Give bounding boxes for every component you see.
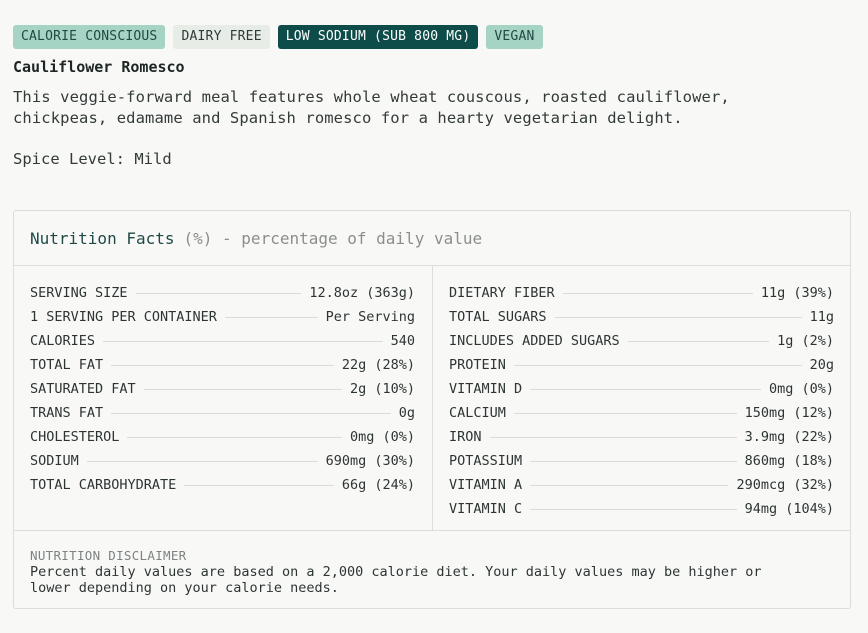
nutrition-facts-panel: Nutrition Facts (%) - percentage of dail… xyxy=(13,210,851,609)
nutrient-value: Per Serving xyxy=(325,309,415,325)
nutrient-row: CALCIUM 150mg (12%) xyxy=(449,401,834,425)
nutrient-row: SODIUM 690mg (30%) xyxy=(30,449,415,473)
spice-level-value: Mild xyxy=(134,150,172,168)
nutrient-row: TOTAL SUGARS 11g xyxy=(449,305,834,329)
nutrition-facts-header: Nutrition Facts (%) - percentage of dail… xyxy=(14,211,850,266)
tag-vegan: VEGAN xyxy=(486,25,543,49)
nutrient-label: SERVING SIZE xyxy=(30,285,128,301)
nutrient-value: 2g (10%) xyxy=(349,381,415,397)
nutrient-label: 1 SERVING PER CONTAINER xyxy=(30,309,217,325)
nutrient-row: IRON 3.9mg (22%) xyxy=(449,425,834,449)
leader-line xyxy=(530,484,729,486)
meal-title: Cauliflower Romesco xyxy=(13,58,185,76)
nutrient-row: SATURATED FAT 2g (10%) xyxy=(30,377,415,401)
nutrient-label: TOTAL CARBOHYDRATE xyxy=(30,477,177,493)
disclaimer-title: NUTRITION DISCLAIMER xyxy=(30,548,187,563)
nutrient-row: VITAMIN A 290mcg (32%) xyxy=(449,473,834,497)
nutrient-row: PROTEIN 20g xyxy=(449,353,834,377)
nutrient-row: VITAMIN D 0mg (0%) xyxy=(449,377,834,401)
nutrient-row: POTASSIUM 860mg (18%) xyxy=(449,449,834,473)
nutrient-label: IRON xyxy=(449,429,482,445)
nutrient-label: INCLUDES ADDED SUGARS xyxy=(449,333,620,349)
leader-line xyxy=(143,388,342,390)
nutrient-label: CHOLESTEROL xyxy=(30,429,120,445)
nutrient-value: 11g xyxy=(809,309,834,325)
leader-line xyxy=(184,484,334,486)
nutrient-label: CALCIUM xyxy=(449,405,506,421)
nutrient-label: VITAMIN A xyxy=(449,477,523,493)
tag-dairy-free: DAIRY FREE xyxy=(173,25,270,49)
nutrient-label: PROTEIN xyxy=(449,357,506,373)
leader-line xyxy=(554,316,802,318)
tag-low-sodium: LOW SODIUM (SUB 800 MG) xyxy=(277,25,479,49)
nutrient-label: TOTAL SUGARS xyxy=(449,309,547,325)
leader-line xyxy=(111,364,334,366)
nutrient-row: CHOLESTEROL 0mg (0%) xyxy=(30,425,415,449)
nutrient-label: SODIUM xyxy=(30,453,79,469)
nutrient-row: CALORIES 540 xyxy=(30,329,415,353)
nutrient-label: SATURATED FAT xyxy=(30,381,136,397)
nutrient-value: 0mg (0%) xyxy=(768,381,834,397)
tag-calorie-conscious: CALORIE CONSCIOUS xyxy=(13,25,166,49)
nutrient-value: 94mg (104%) xyxy=(744,501,834,517)
nutrient-value: 860mg (18%) xyxy=(744,453,834,469)
leader-line xyxy=(530,388,761,390)
nutrition-disclaimer: NUTRITION DISCLAIMER Percent daily value… xyxy=(14,531,850,596)
nutrient-label: POTASSIUM xyxy=(449,453,523,469)
leader-line xyxy=(86,460,318,462)
nutrient-row: TOTAL CARBOHYDRATE 66g (24%) xyxy=(30,473,415,497)
nutrient-value: 12.8oz (363g) xyxy=(309,285,415,301)
nutrient-value: 690mg (30%) xyxy=(325,453,415,469)
leader-line xyxy=(103,340,383,342)
nutrient-label: TOTAL FAT xyxy=(30,357,104,373)
leader-line xyxy=(530,508,737,510)
nutrition-column-right: DIETARY FIBER 11g (39%) TOTAL SUGARS 11g INC… xyxy=(433,266,850,530)
nutrient-value: 20g xyxy=(809,357,834,373)
nutrient-value: 540 xyxy=(390,333,415,349)
nutrition-facts-subtitle: (%) - percentage of daily value xyxy=(183,228,483,248)
nutrient-label: CALORIES xyxy=(30,333,96,349)
spice-level-label: Spice Level: xyxy=(13,150,125,168)
nutrient-row: 1 SERVING PER CONTAINER Per Serving xyxy=(30,305,415,329)
nutrient-value: 1g (2%) xyxy=(777,333,834,349)
nutrient-label: VITAMIN C xyxy=(449,501,523,517)
leader-line xyxy=(562,292,753,294)
nutrition-facts-title: Nutrition Facts xyxy=(30,228,175,248)
leader-line xyxy=(127,436,342,438)
nutrient-value: 0mg (0%) xyxy=(349,429,415,445)
nutrient-value: 290mcg (32%) xyxy=(736,477,834,493)
nutrient-value: 0g xyxy=(398,405,415,421)
nutrient-value: 11g (39%) xyxy=(760,285,834,301)
nutrient-row: SERVING SIZE 12.8oz (363g) xyxy=(30,281,415,305)
nutrient-row: TRANS FAT 0g xyxy=(30,401,415,425)
meal-description: This veggie-forward meal features whole … xyxy=(13,88,730,127)
leader-line xyxy=(530,460,737,462)
nutrient-value: 3.9mg (22%) xyxy=(744,429,834,445)
nutrition-columns: SERVING SIZE 12.8oz (363g) 1 SERVING PER C… xyxy=(14,266,850,531)
nutrient-value: 150mg (12%) xyxy=(744,405,834,421)
meal-detail-page: CALORIE CONSCIOUS DAIRY FREE LOW SODIUM … xyxy=(0,0,868,633)
leader-line xyxy=(135,292,302,294)
nutrient-value: 66g (24%) xyxy=(341,477,415,493)
spice-level: Spice Level: Mild xyxy=(13,149,172,170)
leader-line xyxy=(111,412,391,414)
leader-line xyxy=(627,340,770,342)
nutrient-row: VITAMIN C 94mg (104%) xyxy=(449,497,834,521)
leader-line xyxy=(513,364,802,366)
nutrition-column-left: SERVING SIZE 12.8oz (363g) 1 SERVING PER C… xyxy=(14,266,433,530)
nutrient-row: TOTAL FAT 22g (28%) xyxy=(30,353,415,377)
nutrient-value: 22g (28%) xyxy=(341,357,415,373)
nutrient-label: DIETARY FIBER xyxy=(449,285,555,301)
leader-line xyxy=(224,316,318,318)
nutrient-label: TRANS FAT xyxy=(30,405,104,421)
disclaimer-text: Percent daily values are based on a 2,00… xyxy=(30,564,762,596)
diet-tags: CALORIE CONSCIOUS DAIRY FREE LOW SODIUM … xyxy=(13,25,543,49)
leader-line xyxy=(513,412,737,414)
nutrient-label: VITAMIN D xyxy=(449,381,523,397)
nutrient-row: INCLUDES ADDED SUGARS 1g (2%) xyxy=(449,329,834,353)
leader-line xyxy=(489,436,737,438)
nutrient-row: DIETARY FIBER 11g (39%) xyxy=(449,281,834,305)
